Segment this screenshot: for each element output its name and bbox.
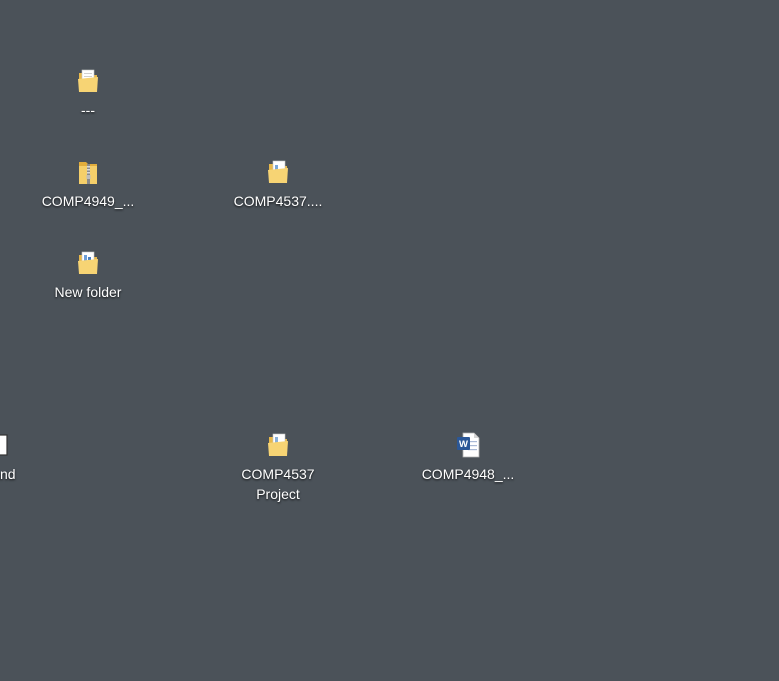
icon-label: COMP4948_... [421,466,515,482]
desktop-icon-new-folder[interactable]: New folder [38,249,138,302]
svg-text:W: W [459,439,468,450]
folder-icon [268,433,288,456]
icon-label: COMP4537 Project [241,466,315,502]
icon-label: COMP4537.... [233,193,323,209]
folder-icon [78,251,98,274]
icon-label: New folder [54,284,122,300]
icon-label: --- [81,102,95,118]
desktop-icon-comp4537-project[interactable]: COMP4537 Project [228,431,328,504]
desktop-icon-partial-ound[interactable]: ound [0,431,50,484]
zip-folder-icon [79,162,97,184]
desktop: --- COMP4949_... COMP4537.... New folder… [0,0,779,681]
icon-label: ound [0,466,16,482]
document-icon [0,434,8,456]
icon-label: COMP4949_... [41,193,135,209]
desktop-icon-comp4537-folder[interactable]: COMP4537.... [228,158,328,211]
desktop-icon-dashes-folder[interactable]: --- [38,67,138,120]
desktop-icon-comp4948-doc[interactable]: W COMP4948_... [418,431,518,484]
folder-icon [78,69,98,92]
desktop-icon-comp4949-zip[interactable]: COMP4949_... [38,158,138,211]
folder-icon [268,160,288,183]
word-document-icon: W [457,432,480,458]
